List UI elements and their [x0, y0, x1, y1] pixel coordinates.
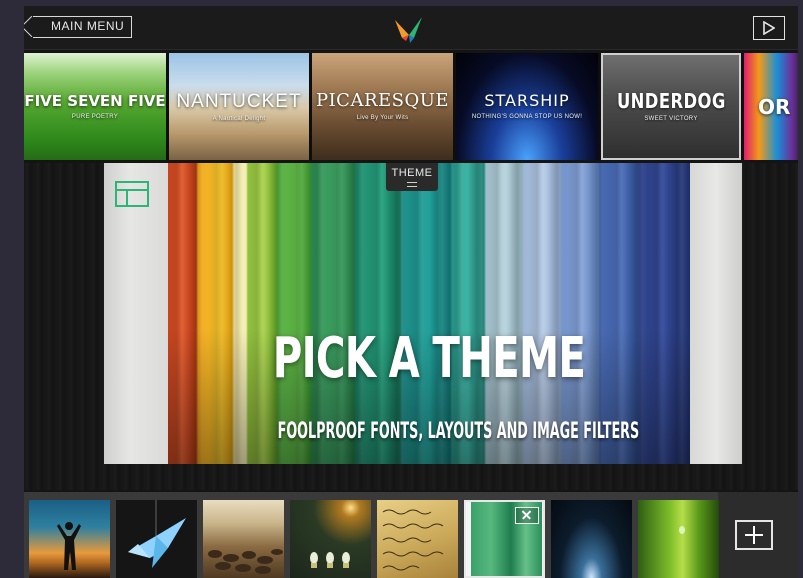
theme-title: PICARESQUE	[315, 90, 450, 111]
theme-subtitle: SWEET VICTORY	[644, 116, 698, 122]
drag-handle-icon	[407, 182, 417, 187]
photo-thumbnail[interactable]	[638, 500, 719, 578]
play-icon	[763, 21, 775, 35]
theme-subtitle: A Nautical Delight	[212, 115, 266, 122]
person-silhouette-icon	[57, 522, 81, 570]
theme-subtitle: Live By Your Wits	[356, 115, 409, 121]
photo-thumbnail[interactable]	[29, 500, 110, 578]
theme-tile[interactable]: NANTUCKET A Nautical Delight	[169, 53, 309, 160]
preview-subtitle: FOOLPROOF FONTS, LAYOUTS AND IMAGE FILTE…	[277, 419, 640, 444]
top-bar: MAIN MENU	[24, 6, 798, 50]
theme-tile[interactable]: STARSHIP NOTHING'S GONNA STOP US NOW!	[456, 53, 598, 160]
theme-subtitle: PURE POETRY	[71, 113, 119, 120]
side-panel	[690, 163, 742, 464]
handwriting-icon	[382, 509, 444, 571]
bird-logo-icon	[395, 17, 422, 43]
theme-subtitle: NOTHING'S GONNA STOP US NOW!	[471, 114, 583, 120]
layout-panel	[104, 163, 168, 464]
close-icon[interactable]	[515, 507, 539, 524]
photo-thumbnail[interactable]	[551, 500, 632, 578]
photo-thumbnail[interactable]	[377, 500, 458, 578]
theme-tab-label: THEME	[391, 167, 433, 179]
theme-title: NANTUCKET	[176, 90, 302, 112]
app-screen: MAIN MENU FIVE SEVEN FIVE PURE POETRY NA…	[24, 6, 798, 578]
theme-tile[interactable]: PICARESQUE Live By Your Wits	[312, 53, 453, 160]
layout-icon[interactable]	[115, 181, 149, 207]
add-photo-button[interactable]	[735, 520, 773, 550]
theme-title: STARSHIP	[484, 91, 570, 110]
paper-crane-icon	[128, 500, 186, 568]
light-bulbs-icon	[310, 552, 350, 568]
theme-strip: FIVE SEVEN FIVE PURE POETRY NANTUCKET A …	[24, 53, 798, 160]
photo-strip	[24, 492, 719, 578]
herd-icon	[208, 549, 283, 574]
theme-title: UNDERDOG	[616, 89, 726, 113]
theme-title: OR	[758, 94, 791, 119]
theme-preview-image[interactable]: PICK A THEME FOOLPROOF FONTS, LAYOUTS AN…	[168, 163, 690, 464]
theme-preview-area: PICK A THEME FOOLPROOF FONTS, LAYOUTS AN…	[24, 163, 798, 490]
photo-thumbnail[interactable]	[116, 500, 197, 578]
theme-title: FIVE SEVEN FIVE	[24, 91, 166, 110]
theme-tile[interactable]: OR	[744, 53, 798, 160]
photo-thumbnail[interactable]	[203, 500, 284, 578]
water-drop-icon	[679, 526, 685, 534]
photo-bar	[24, 492, 798, 578]
photo-thumbnail-selected[interactable]	[464, 500, 545, 578]
theme-tile[interactable]: FIVE SEVEN FIVE PURE POETRY	[24, 53, 166, 160]
tablet-frame: MAIN MENU FIVE SEVEN FIVE PURE POETRY NA…	[0, 0, 803, 578]
theme-tab[interactable]: THEME	[386, 163, 438, 191]
theme-tile-selected[interactable]: UNDERDOG SWEET VICTORY	[601, 53, 741, 160]
main-menu-button[interactable]: MAIN MENU	[33, 16, 133, 38]
preview-title: PICK A THEME	[272, 326, 586, 391]
play-button[interactable]	[753, 16, 785, 40]
photo-thumbnail[interactable]	[290, 500, 371, 578]
